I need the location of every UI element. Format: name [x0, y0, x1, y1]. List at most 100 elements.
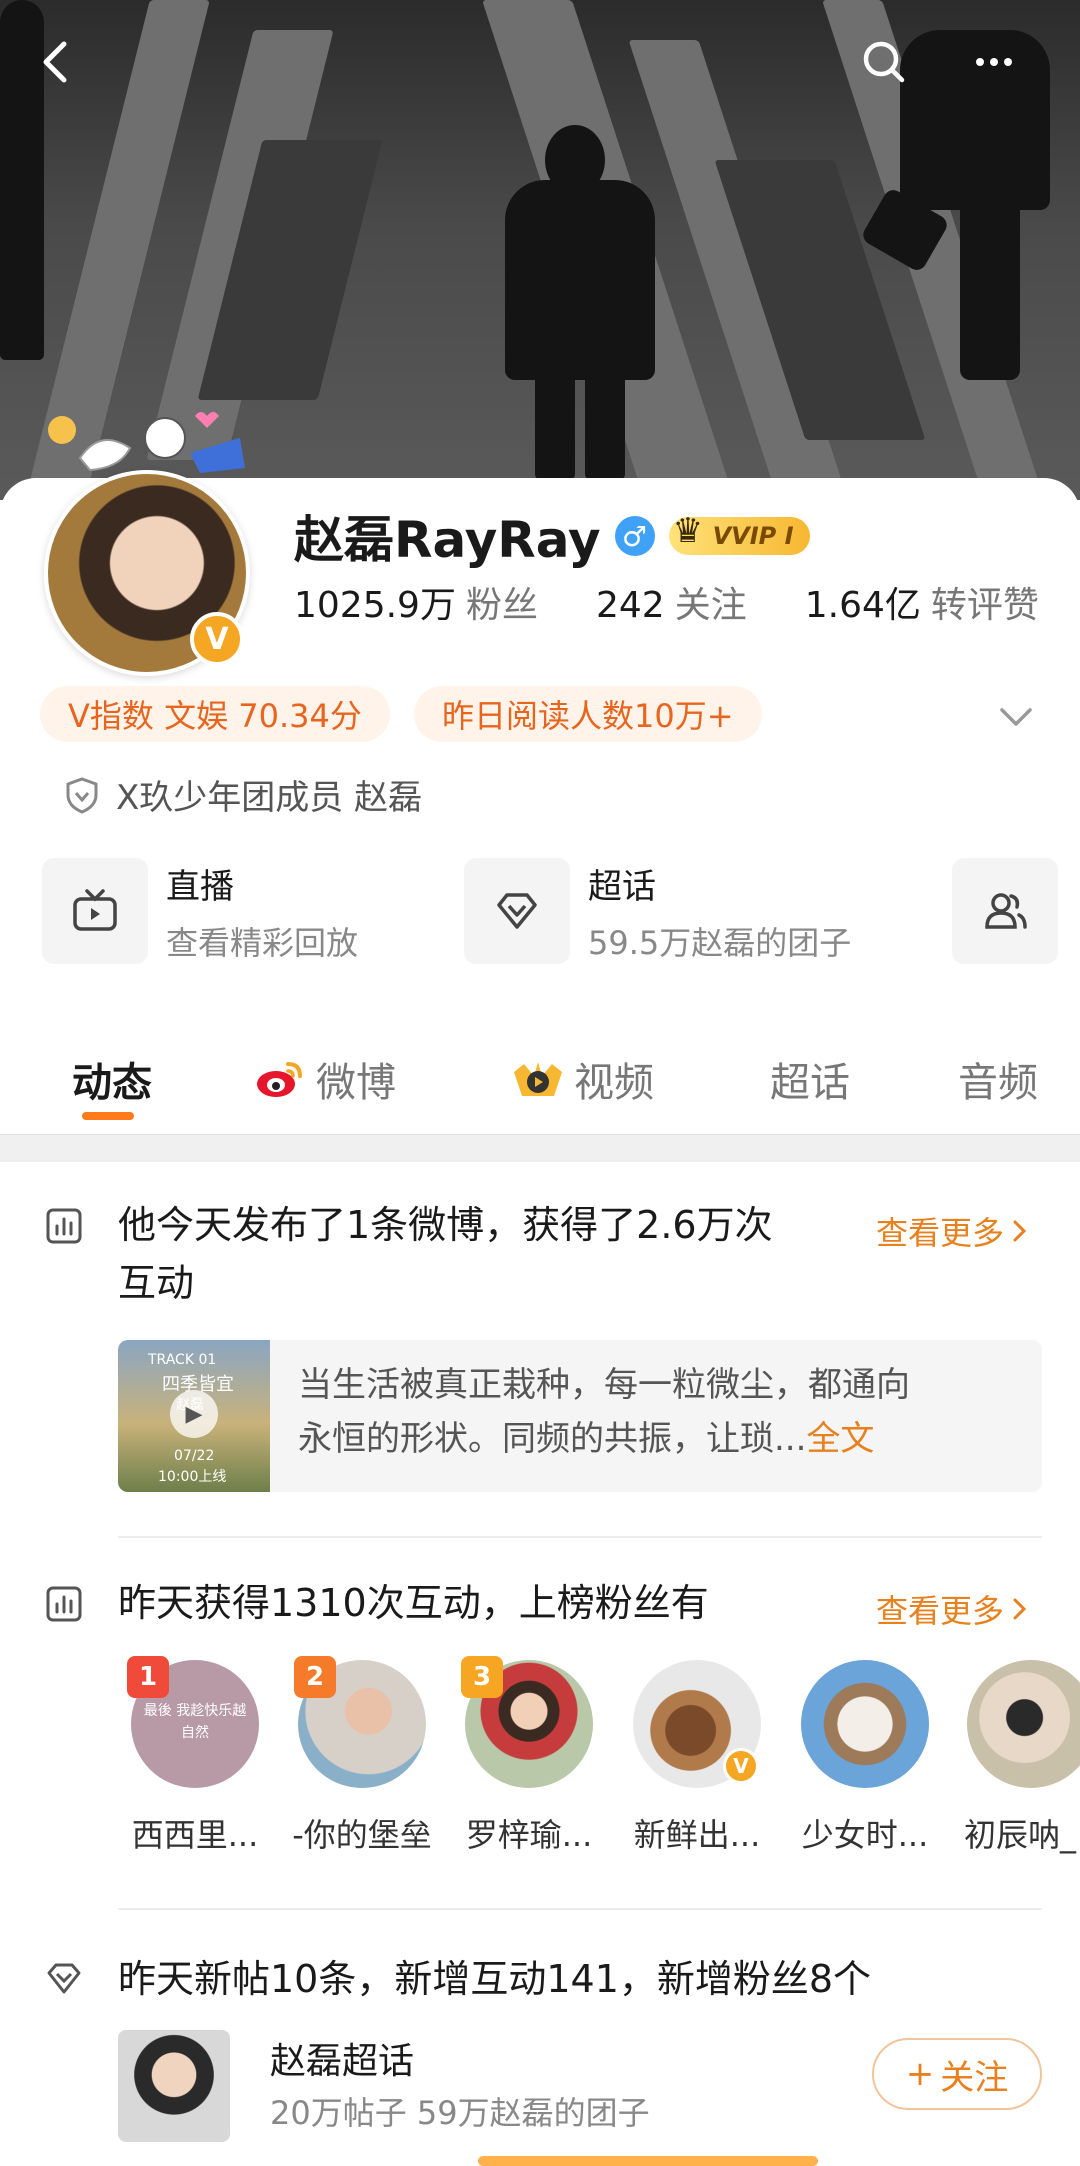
verified-badge: V [723, 1748, 759, 1784]
gender-male-icon: ♂ [614, 516, 655, 556]
thumb-text: 07/22 [174, 1448, 215, 1464]
section-title-line: 互动 [118, 1261, 195, 1305]
see-more-label: 查看更多 [876, 1592, 1005, 1630]
tab-label: 视频 [574, 1060, 654, 1106]
stat-label: 转评赞 [930, 585, 1039, 626]
post-text: 当生活被真正栽种，每一粒微尘，都通向 永恒的形状。同频的共振，让琐...全文 [298, 1358, 1018, 1466]
section-separator [0, 1134, 1080, 1162]
fan-name: 新鲜出... [633, 1816, 761, 1854]
shield-icon [66, 776, 98, 814]
search-button[interactable] [852, 30, 916, 94]
stat-followers[interactable]: 1025.9万 粉丝 [294, 576, 538, 628]
fan-item[interactable]: 3 罗梓瑜... [454, 1656, 604, 1856]
stat-value: 1.64亿 [804, 585, 921, 626]
vvip-badge[interactable]: ♛ VVIP I [668, 511, 810, 555]
post-text-line: 永恒的形状。同频的共振，让琐... [298, 1419, 807, 1459]
tab-super-topic[interactable]: 超话 [770, 1050, 850, 1108]
tab-audio[interactable]: 音频 [958, 1050, 1038, 1108]
divider [118, 1536, 1042, 1538]
stat-label: 粉丝 [465, 585, 538, 626]
fan-name: 初辰呐_ [964, 1816, 1077, 1854]
full-text-link[interactable]: 全文 [806, 1419, 874, 1459]
see-more-link[interactable]: 查看更多 [876, 1586, 1030, 1632]
section-title: 昨天新帖10条，新增互动141，新增粉丝8个 [118, 1957, 872, 2001]
fan-item[interactable]: 2 -你的堡垒 [287, 1656, 437, 1856]
fan-item[interactable]: 最後 我趁快乐越自然 1 西西里... [120, 1656, 270, 1856]
rank-badge: 2 [294, 1656, 336, 1698]
verification-info: X玖少年团成员 赵磊 [62, 770, 422, 819]
bar-chart-icon [46, 1208, 82, 1244]
tab-video[interactable]: 视频 [512, 1050, 654, 1108]
follow-label: 关注 [940, 2057, 1009, 2098]
fan-name: 西西里... [131, 1816, 259, 1854]
group-icon [985, 893, 1027, 929]
profile-name: 赵磊RayRay [294, 511, 601, 569]
diamond-icon [47, 1963, 81, 1994]
tab-weibo[interactable]: 微博 [254, 1050, 396, 1108]
more-dots-icon [976, 58, 1012, 66]
fan-avatar [801, 1660, 929, 1788]
divider [118, 1908, 1042, 1910]
bottom-bar-edge [478, 2156, 818, 2166]
fan-avatar: 2 [294, 1656, 426, 1788]
stat-label: 关注 [674, 585, 747, 626]
topic-avatar [118, 2030, 230, 2142]
see-more-label: 查看更多 [876, 1214, 1005, 1252]
fan-name: -你的堡垒 [292, 1816, 432, 1854]
top-fans-list: 最後 我趁快乐越自然 1 西西里... 2 -你的堡垒 3 罗梓瑜... V 新… [0, 1656, 1080, 1860]
section-title: 昨天获得1310次互动，上榜粉丝有 [118, 1581, 709, 1625]
see-more-link[interactable]: 查看更多 [876, 1208, 1030, 1254]
search-icon [863, 41, 905, 83]
tab-activity[interactable]: 动态 [72, 1050, 152, 1108]
super-topic-card[interactable]: 赵磊超话 20万帖子 59万赵磊的团子 + 关注 [118, 2030, 1058, 2160]
stat-following[interactable]: 242 关注 [596, 576, 747, 628]
service-subtitle: 查看精彩回放 [166, 923, 359, 962]
rank-badge: 1 [127, 1656, 169, 1698]
vvip-label: VVIP I [712, 522, 794, 550]
follow-button[interactable]: + 关注 [872, 2038, 1042, 2110]
v-index-pill[interactable]: V指数 文娱 70.34分 [40, 686, 390, 742]
stat-likes[interactable]: 1.64亿 转评赞 [805, 576, 1039, 628]
play-icon: ▶ [170, 1390, 218, 1438]
post-card[interactable]: TRACK 01 四季皆宜 赵磊 ▶ 07/22 10:00上线 当生活被真正栽… [118, 1340, 1042, 1492]
fan-item[interactable]: V 新鲜出... [622, 1660, 772, 1856]
profile-page: { "profile": { "name": "赵磊RayRay", "gend… [0, 0, 1080, 2166]
tab-label: 动态 [72, 1060, 152, 1106]
video-icon [514, 1062, 562, 1096]
fan-avatar-text: 最後 我趁快乐越自然 [143, 1703, 247, 1741]
fan-name: 少女时... [801, 1816, 929, 1854]
service-group[interactable] [952, 858, 1058, 964]
service-live[interactable]: 直播 查看精彩回放 [42, 858, 358, 964]
verified-badge: V [190, 612, 244, 666]
stat-value: 1025.9万 [294, 585, 456, 626]
weibo-icon [257, 1062, 302, 1097]
section-title-line: 他今天发布了1条微博，获得了2.6万次 [118, 1203, 773, 1247]
thumb-text: TRACK 01 [148, 1352, 217, 1368]
more-options-button[interactable] [962, 30, 1026, 94]
bar-chart-icon [46, 1586, 82, 1622]
topic-name: 赵磊超话 [270, 2041, 415, 2082]
active-tab-indicator [82, 1112, 134, 1120]
tab-label: 音频 [958, 1060, 1038, 1106]
tab-bar: 动态 微博 视频 超话 音频 [0, 1030, 1080, 1130]
fan-avatar: V [633, 1660, 761, 1788]
fan-item[interactable]: 少女时... [790, 1660, 940, 1856]
topic-stats: 20万帖子 59万赵磊的团子 [270, 2094, 650, 2132]
tv-icon [73, 889, 117, 931]
avatar[interactable]: V [44, 430, 254, 676]
verification-text: X玖少年团成员 赵磊 [116, 778, 423, 818]
tab-label: 微博 [316, 1060, 396, 1106]
tab-label: 超话 [770, 1060, 850, 1106]
chevron-down-icon[interactable] [996, 696, 1036, 736]
reads-pill[interactable]: 昨日阅读人数10万+ [414, 686, 762, 742]
service-title: 超话 [588, 866, 656, 907]
stat-value: 242 [595, 585, 665, 626]
back-button[interactable] [24, 30, 88, 94]
post-thumbnail[interactable]: TRACK 01 四季皆宜 赵磊 ▶ 07/22 10:00上线 [118, 1340, 270, 1492]
fan-name: 罗梓瑜... [465, 1816, 593, 1854]
post-text-line: 当生活被真正栽种，每一粒微尘，都通向 [298, 1365, 910, 1405]
section-title: 他今天发布了1条微博，获得了2.6万次 互动 [118, 1196, 773, 1312]
fan-avatar: 最後 我趁快乐越自然 1 [127, 1656, 259, 1788]
service-super-topic[interactable]: 超话 59.5万赵磊的团子 [464, 858, 851, 964]
fan-item[interactable]: 初辰呐_ [956, 1660, 1080, 1856]
